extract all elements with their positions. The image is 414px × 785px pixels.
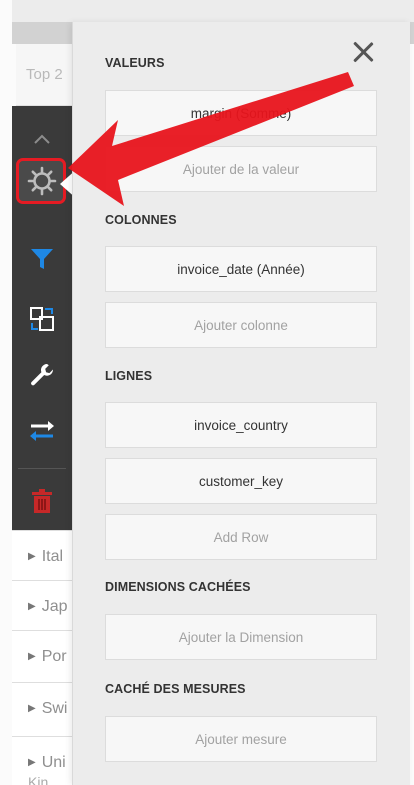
row-field-customer-key[interactable]: customer_key — [105, 458, 377, 504]
collapse-button[interactable] — [12, 118, 72, 160]
caret-right-icon: ▶ — [28, 551, 36, 562]
collapse-up-icon — [34, 134, 50, 144]
value-field-margin[interactable]: margin (Somme) — [105, 90, 377, 136]
columns-section-title: COLONNES — [105, 213, 177, 227]
layout-button[interactable] — [12, 298, 72, 340]
row-label: Jap — [41, 597, 68, 615]
row-label: Uni — [41, 753, 66, 771]
layout-icon — [30, 307, 54, 331]
filter-icon — [31, 249, 53, 269]
list-item[interactable]: ▶ Jap — [12, 580, 72, 632]
screenshot-stage: Top 2 ▶ Ital ▶ Jap ▶ Por ▶ Swi ▶ Uni Kin… — [0, 0, 414, 785]
row-label: Swi — [41, 699, 68, 717]
add-measure-button[interactable]: Ajouter mesure — [105, 716, 377, 762]
wrench-button[interactable] — [12, 354, 72, 396]
hidden-dimensions-section-title: DIMENSIONS CACHÉES — [105, 580, 251, 594]
row-label: Ital — [41, 547, 64, 565]
background-title-area: Top 2 — [16, 44, 74, 106]
list-item[interactable]: ▶ Por — [12, 630, 72, 682]
pivot-options-panel: VALEURS margin (Somme) Ajouter de la val… — [72, 22, 410, 785]
add-row-button[interactable]: Add Row — [105, 514, 377, 560]
hidden-measures-section-title: CACHÉ DES MESURES — [105, 682, 246, 696]
caret-right-icon: ▶ — [28, 703, 36, 714]
wrench-icon — [31, 363, 54, 386]
caret-right-icon: ▶ — [28, 651, 36, 662]
background-title: Top 2 — [26, 66, 63, 83]
rows-section-title: LIGNES — [105, 369, 153, 383]
add-column-button[interactable]: Ajouter colonne — [105, 302, 377, 348]
row-label: Por — [41, 647, 67, 665]
list-item[interactable]: ▶ Swi — [12, 682, 72, 734]
list-item[interactable]: ▶ Ital — [12, 530, 72, 582]
gear-icon — [27, 166, 57, 196]
close-icon[interactable] — [349, 38, 377, 66]
swap-axes-button[interactable] — [12, 410, 72, 452]
row-label-continuation: Kin — [28, 774, 49, 785]
row-field-invoice-country[interactable]: invoice_country — [105, 402, 377, 448]
caret-right-icon: ▶ — [28, 757, 36, 768]
trash-icon — [32, 489, 52, 513]
toolbar-divider — [18, 468, 66, 469]
add-dimension-button[interactable]: Ajouter la Dimension — [105, 614, 377, 660]
column-field-invoice-date[interactable]: invoice_date (Année) — [105, 246, 377, 292]
add-value-button[interactable]: Ajouter de la valeur — [105, 146, 377, 192]
swap-icon — [30, 421, 54, 441]
values-section-title: VALEURS — [105, 56, 165, 70]
pivot-row-list: ▶ Ital ▶ Jap ▶ Por ▶ Swi ▶ Uni Kin — [12, 530, 72, 785]
caret-right-icon: ▶ — [28, 601, 36, 612]
delete-button[interactable] — [12, 480, 72, 522]
filter-button[interactable] — [12, 238, 72, 280]
